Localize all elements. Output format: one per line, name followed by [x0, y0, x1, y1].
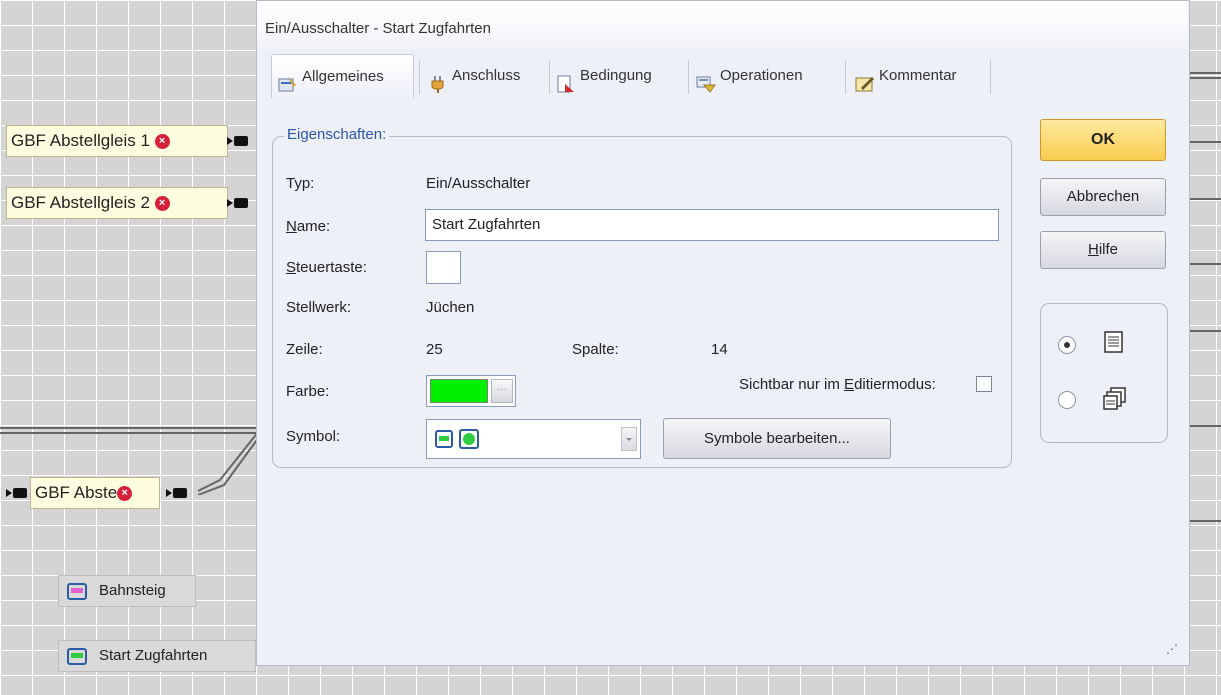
chevron-down-icon[interactable]	[621, 427, 637, 451]
legend-label: Start Zugfahrten	[99, 647, 208, 664]
view-tiles-radio[interactable]	[1058, 391, 1076, 409]
block-label: GBF Abstellgleis 1	[11, 131, 150, 150]
symbol-on-icon	[459, 429, 479, 449]
visible-edit-mode-mnemonic: E	[844, 376, 855, 393]
hotkey-label-mnemonic: S	[286, 259, 297, 276]
track-line	[1188, 520, 1221, 522]
error-icon: ×	[154, 134, 170, 150]
legend-label: Bahnsteig	[99, 582, 166, 599]
switch-icon	[67, 647, 87, 665]
general-settings-icon	[278, 68, 298, 92]
group-title: Eigenschaften:	[284, 126, 390, 143]
error-icon: ×	[117, 486, 133, 502]
color-picker[interactable]: ···	[426, 375, 516, 407]
hotkey-input[interactable]	[426, 251, 461, 284]
visible-edit-mode-checkbox[interactable]	[976, 376, 992, 392]
symbol-select[interactable]	[426, 419, 641, 459]
tab-kommentar[interactable]: Kommentar	[855, 54, 957, 98]
track-curve	[197, 426, 262, 495]
visible-edit-mode-label: Sichtbar nur im Editiermodus:	[739, 376, 936, 393]
symbol-label: Symbol:	[286, 428, 341, 445]
color-swatch	[430, 379, 488, 403]
tab-allgemeines[interactable]: Allgemeines	[271, 54, 414, 98]
column-label: Spalte:	[572, 341, 619, 358]
platform-icon	[67, 582, 87, 600]
hotkey-label-text: teuertaste:	[296, 259, 367, 276]
copy-windows-icon	[1103, 387, 1127, 415]
legend-item-start-zugfahrten[interactable]: Start Zugfahrten	[58, 640, 256, 672]
visible-edit-mode-text-post: ditiermodus:	[854, 376, 936, 393]
edit-symbols-label: Symbole bearbeiten...	[704, 430, 850, 447]
condition-icon	[556, 67, 576, 93]
ok-button[interactable]: OK	[1040, 119, 1166, 161]
connector-icon	[227, 135, 249, 147]
name-label-mnemonic: N	[286, 218, 297, 235]
track-line	[1188, 72, 1221, 74]
connector-icon	[227, 197, 249, 209]
visible-edit-mode-text-pre: Sichtbar nur im	[739, 376, 845, 393]
resize-grip-icon[interactable]: ⋰	[1166, 642, 1215, 691]
cancel-button[interactable]: Abbrechen	[1040, 178, 1166, 216]
hotkey-label: Steuertaste:	[286, 259, 367, 276]
edit-symbols-button[interactable]: Symbole bearbeiten...	[663, 418, 891, 459]
tab-divider	[845, 60, 846, 94]
interlocking-label: Stellwerk:	[286, 299, 352, 316]
tab-label: Bedingung	[580, 67, 652, 84]
row-label: Zeile:	[286, 341, 323, 358]
tab-divider	[990, 60, 991, 94]
track-block-2[interactable]: GBF Abstellgleis 2 ×	[6, 187, 228, 219]
view-list-radio[interactable]	[1058, 336, 1076, 354]
track-line	[1188, 141, 1221, 143]
tab-anschluss[interactable]: Anschluss	[428, 54, 520, 98]
dialog-title: Ein/Ausschalter - Start Zugfahrten	[265, 20, 491, 37]
view-mode-group	[1040, 303, 1168, 443]
track-block-3[interactable]: GBF Abste ×	[30, 477, 160, 509]
name-input-value: Start Zugfahrten	[432, 216, 541, 233]
block-label: GBF Abstellgleis 2	[11, 193, 150, 212]
list-view-icon	[1103, 331, 1125, 357]
tab-operationen[interactable]: Operationen	[696, 54, 803, 98]
track-line	[1188, 330, 1221, 332]
dialog-titlebar[interactable]: Ein/Ausschalter - Start Zugfahrten	[257, 1, 1188, 49]
color-dropdown-button[interactable]: ···	[491, 379, 513, 403]
track-line	[1188, 263, 1221, 265]
connector-icon	[166, 487, 188, 499]
help-mnemonic: H	[1087, 241, 1099, 258]
tab-label: Operationen	[720, 67, 803, 84]
help-button[interactable]: Hilfe	[1040, 231, 1166, 269]
track-line	[1188, 425, 1221, 427]
track-line	[1188, 198, 1221, 200]
tab-bedingung[interactable]: Bedingung	[556, 54, 652, 98]
connector-icon	[6, 487, 28, 499]
column-value: 14	[711, 341, 728, 358]
block-label: GBF Abste	[35, 483, 118, 502]
tab-divider	[549, 60, 550, 94]
symbol-off-icon	[435, 430, 453, 448]
tab-label: Allgemeines	[302, 68, 384, 85]
tab-label: Kommentar	[879, 67, 957, 84]
cancel-label: Abbrechen	[1066, 188, 1140, 205]
comment-icon	[855, 67, 875, 92]
interlocking-value: Jüchen	[426, 299, 475, 316]
track-block-1[interactable]: GBF Abstellgleis 1 ×	[6, 125, 228, 157]
tab-label: Anschluss	[452, 67, 521, 84]
error-icon: ×	[154, 196, 170, 212]
properties-group	[272, 136, 1012, 468]
operations-icon	[696, 67, 716, 93]
type-value: Ein/Ausschalter	[426, 175, 531, 192]
ok-label: OK	[1091, 131, 1115, 148]
name-label: Name:	[286, 218, 330, 235]
track-line	[1188, 77, 1221, 79]
help-label: ilfe	[1098, 241, 1119, 258]
name-label-text: ame:	[296, 218, 331, 235]
plug-icon	[428, 67, 448, 94]
tab-divider	[419, 60, 420, 94]
color-label: Farbe:	[286, 383, 330, 400]
row-value: 25	[426, 341, 443, 358]
name-input[interactable]: Start Zugfahrten	[425, 209, 999, 241]
type-label: Typ:	[286, 175, 315, 192]
legend-item-bahnsteig[interactable]: Bahnsteig	[58, 575, 196, 607]
tab-divider	[688, 60, 689, 94]
